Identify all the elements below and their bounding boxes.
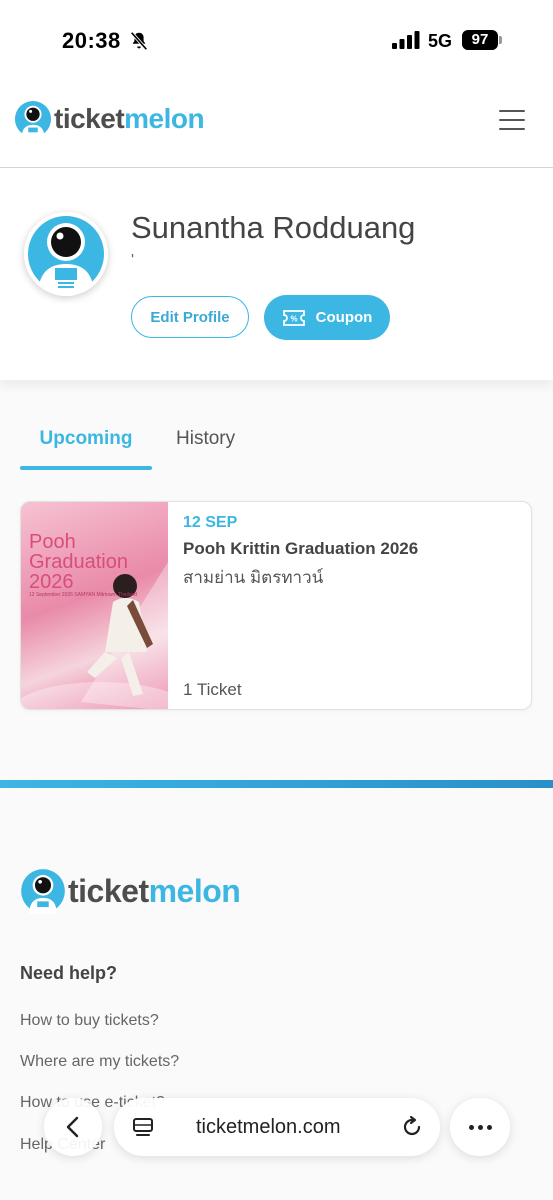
event-poster-image: Pooh Graduation 2026 12 September 2026 S…: [21, 502, 168, 709]
footer-logo[interactable]: ticketmelon: [20, 868, 241, 914]
back-chevron-icon: [66, 1116, 79, 1138]
edit-profile-button[interactable]: Edit Profile: [131, 296, 249, 338]
address-url[interactable]: ticketmelon.com: [196, 1116, 341, 1139]
bell-slash-icon: [130, 31, 148, 51]
network-label: 5G: [428, 31, 453, 51]
battery-tip: [499, 36, 502, 44]
signal-icon: [392, 31, 420, 49]
footer-logo-part1: ticket: [68, 872, 149, 909]
user-subtitle: ': [131, 252, 135, 269]
footer-divider: [0, 780, 553, 788]
browser-back-button[interactable]: [44, 1098, 102, 1156]
avatar: [24, 212, 108, 296]
site-header: ticketmelon: [0, 80, 553, 168]
ticketmelon-logo[interactable]: ticketmelon: [14, 100, 205, 138]
astronaut-logo-icon: [21, 869, 65, 914]
user-name: Sunantha Rodduang: [131, 210, 416, 245]
event-title: Pooh Krittin Graduation 2026: [183, 539, 419, 558]
tabs-icon[interactable]: [132, 1117, 154, 1139]
hamburger-menu-icon[interactable]: [499, 110, 525, 132]
coupon-button[interactable]: % Coupon: [264, 295, 390, 340]
footer-logo-part2: melon: [148, 872, 241, 909]
astronaut-logo-icon: [14, 100, 52, 138]
reload-icon[interactable]: [400, 1115, 424, 1139]
astronaut-avatar-icon: [28, 216, 104, 296]
poster-details: 12 September 2026 SAMYAN Mitrtown, Thail…: [29, 592, 138, 598]
footer-logo-wordmark: ticketmelon: [68, 872, 241, 910]
event-ticket-count: 1 Ticket: [183, 680, 242, 699]
poster-title: Pooh Graduation 2026: [29, 531, 128, 593]
logo-part1: ticket: [54, 103, 125, 134]
logo-wordmark: ticketmelon: [54, 103, 205, 135]
event-venue: สามย่าน มิตรทาวน์: [183, 568, 324, 587]
event-date: 12 SEP: [183, 514, 238, 531]
battery-indicator: 97: [462, 30, 498, 50]
logo-part2: melon: [124, 103, 205, 134]
footer-link-my-tickets[interactable]: Where are my tickets?: [20, 1053, 179, 1071]
svg-text:%: %: [290, 314, 297, 323]
address-bar[interactable]: ticketmelon.com: [114, 1098, 440, 1156]
need-help-heading: Need help?: [20, 963, 118, 983]
tab-history[interactable]: History: [176, 428, 235, 450]
coupon-label: Coupon: [315, 309, 373, 326]
coupon-ticket-icon: %: [282, 309, 305, 326]
profile-card: Sunantha Rodduang ' Edit Profile % Coupo…: [0, 168, 553, 380]
status-time: 20:38: [62, 28, 121, 53]
tab-upcoming[interactable]: Upcoming: [20, 428, 152, 450]
more-dots-icon[interactable]: [450, 1098, 510, 1156]
active-tab-indicator: [20, 466, 152, 470]
event-card[interactable]: Pooh Graduation 2026 12 September 2026 S…: [20, 501, 532, 710]
status-bar: 20:38 5G 97: [0, 0, 553, 80]
footer-link-how-to-buy[interactable]: How to buy tickets?: [20, 1012, 159, 1030]
